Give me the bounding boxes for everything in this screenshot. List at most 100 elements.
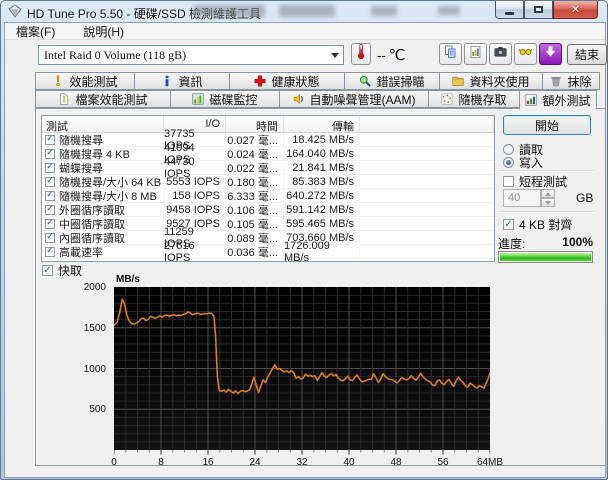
temperature-value: -- <box>377 48 386 63</box>
glasses-icon <box>519 45 532 63</box>
glasses-button[interactable] <box>514 43 537 65</box>
redacted-blur <box>371 6 397 16</box>
write-radio[interactable]: 寫入 <box>503 154 543 171</box>
redacted-blur <box>193 5 265 17</box>
download-arrow-icon <box>544 45 557 63</box>
stepper-down[interactable] <box>541 198 555 207</box>
test-transfer: 1726.009 MB/s <box>284 245 360 259</box>
chart-plot-area <box>114 287 490 450</box>
copy-text-button[interactable] <box>439 43 462 65</box>
menu-file[interactable]: 檔案(F) <box>13 23 58 40</box>
align-label: 4 KB 對齊 <box>519 216 572 233</box>
tab-benchmark[interactable]: 效能測試 <box>35 72 135 90</box>
aam-icon <box>293 93 305 105</box>
column-header[interactable]: 測試 <box>42 116 164 132</box>
tab-label: 隨機存取 <box>458 91 506 108</box>
app-window: HD Tune Pro 5.50 - 硬碟/SSD 檢測維護工具 ✕ 檔案(F)… <box>0 0 608 480</box>
tab-info[interactable]: 資訊 <box>134 72 230 90</box>
row-checkbox[interactable]: ✓ <box>45 163 55 173</box>
row-checkbox[interactable]: ✓ <box>45 191 55 201</box>
test-time: 0.105 毫... <box>226 217 284 231</box>
row-checkbox[interactable]: ✓ <box>45 177 55 187</box>
column-header[interactable]: 時間 <box>226 116 284 132</box>
drive-select-value: Intel Raid 0 Volume (118 gB) <box>39 48 327 63</box>
y-axis-unit-label: MB/s <box>116 274 140 285</box>
write-radio-label: 寫入 <box>519 154 543 171</box>
test-row[interactable]: ✓高載速率27616 IOPS0.036 毫...1726.009 MB/s <box>42 245 494 259</box>
tab-error-scan[interactable]: 錯誤掃瞄 <box>344 72 440 90</box>
menu-bar: 檔案(F) 說明(H) <box>5 23 605 40</box>
row-checkbox[interactable]: ✓ <box>45 205 55 215</box>
copy-image-button[interactable] <box>464 43 487 65</box>
temperature-display: -- ℃ <box>377 46 406 64</box>
test-transfer: 640.272 MB/s <box>284 189 360 203</box>
test-results-table: 測試I/O時間傳輸 ✓隨機搜尋37735 IOPS0.027 毫...18.42… <box>41 115 495 262</box>
short-test-checkbox[interactable]: 短程測試 <box>503 173 567 190</box>
download-button[interactable] <box>539 43 562 65</box>
row-checkbox[interactable]: ✓ <box>45 219 55 229</box>
x-axis-ticks <box>114 450 490 455</box>
close-button[interactable]: ✕ <box>553 1 598 19</box>
row-checkbox[interactable]: ✓ <box>45 233 55 243</box>
temperature-button[interactable] <box>351 43 371 65</box>
row-checkbox[interactable]: ✓ <box>45 247 55 257</box>
tab-label: 抹除 <box>567 73 591 90</box>
tab-random-access[interactable]: 隨機存取 <box>428 90 520 108</box>
minimize-button[interactable] <box>495 1 524 19</box>
title-bar[interactable]: HD Tune Pro 5.50 - 硬碟/SSD 檢測維護工具 ✕ <box>1 1 607 22</box>
start-button[interactable]: 開始 <box>503 115 591 135</box>
tab-label: 健康狀態 <box>271 73 319 90</box>
test-name: 高載速率 <box>59 244 103 260</box>
tab-health[interactable]: 健康狀態 <box>229 72 345 90</box>
test-io: 44730 IOPS <box>164 161 226 175</box>
menu-help[interactable]: 說明(H) <box>80 23 127 40</box>
test-io: 158 IOPS <box>164 189 226 203</box>
test-io: 9458 IOPS <box>164 203 226 217</box>
progress-value: 100% <box>562 235 593 252</box>
camera-button[interactable] <box>489 43 512 65</box>
test-time: 0.089 毫... <box>226 231 284 245</box>
chevron-down-icon <box>327 53 343 58</box>
divider <box>498 170 594 172</box>
maximize-button[interactable] <box>524 1 553 19</box>
random-access-icon <box>441 93 453 105</box>
checkbox-icon <box>503 176 514 187</box>
column-header[interactable]: 傳輸 <box>284 116 360 132</box>
drive-select[interactable]: Intel Raid 0 Volume (118 gB) <box>38 45 344 65</box>
align-checkbox[interactable]: ✓ 4 KB 對齊 <box>503 216 572 233</box>
row-checkbox[interactable]: ✓ <box>45 149 55 159</box>
test-transfer: 164.040 MB/s <box>284 147 360 161</box>
size-unit-label: GB <box>576 191 593 205</box>
copy-image-icon <box>469 45 482 64</box>
tab-label: 資料夾使用 <box>469 73 529 90</box>
divider <box>498 211 594 213</box>
tab-erase[interactable]: 抹除 <box>542 72 600 90</box>
x-tick-label: 64MB <box>477 457 503 468</box>
file-benchmark-icon <box>58 93 70 105</box>
info-icon <box>161 75 173 87</box>
tab-aam[interactable]: 自動噪聲管理(AAM) <box>279 90 429 108</box>
app-icon <box>8 4 22 23</box>
row-checkbox[interactable]: ✓ <box>45 135 55 145</box>
tab-label: 額外測試 <box>542 92 590 109</box>
stepper-up[interactable] <box>541 189 555 198</box>
test-transfer: 18.425 MB/s <box>284 133 360 147</box>
copy-text-icon <box>444 45 457 64</box>
exit-button[interactable]: 結束 <box>567 44 607 65</box>
tab-file-benchmark[interactable]: 檔案效能測試 <box>35 90 171 108</box>
progress-fill <box>500 253 591 261</box>
y-tick-label: 500 <box>36 404 106 415</box>
tab-folder-usage[interactable]: 資料夾使用 <box>439 72 543 90</box>
column-header-filler <box>360 116 494 132</box>
close-icon: ✕ <box>571 3 580 16</box>
test-size-input[interactable]: 40 <box>503 189 541 207</box>
maximize-icon <box>534 6 543 13</box>
thermometer-icon <box>356 43 366 65</box>
size-stepper[interactable] <box>541 189 555 207</box>
tab-extra-tests[interactable]: 額外測試 <box>519 90 597 110</box>
tab-label: 磁碟監控 <box>209 91 257 108</box>
tab-label: 效能測試 <box>69 73 117 90</box>
tab-disk-monitor[interactable]: 磁碟監控 <box>170 90 280 108</box>
cache-checkbox[interactable]: ✓ 快取 <box>42 262 82 279</box>
health-icon <box>254 75 266 87</box>
